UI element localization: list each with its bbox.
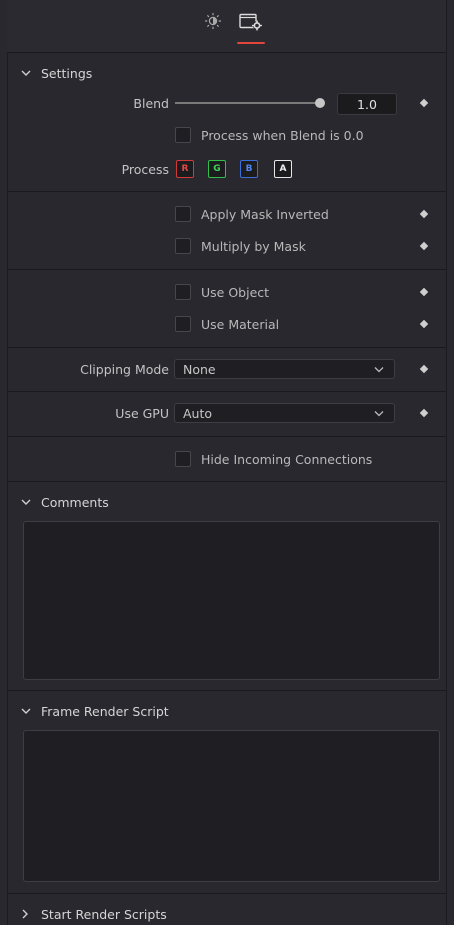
use-gpu-label: Use GPU bbox=[115, 405, 169, 421]
divider bbox=[7, 347, 447, 348]
process-when-blend-label: Process when Blend is 0.0 bbox=[201, 127, 364, 143]
blend-slider-knob[interactable] bbox=[315, 98, 325, 108]
process-label: Process bbox=[121, 161, 169, 177]
tab-settings[interactable] bbox=[236, 12, 266, 44]
use-material-checkbox[interactable] bbox=[175, 316, 191, 332]
blend-row: Blend 1.0 bbox=[7, 91, 447, 115]
hide-incoming-row: Hide Incoming Connections bbox=[7, 447, 447, 471]
multiply-by-mask-keyframe-diamond-icon[interactable] bbox=[419, 241, 429, 251]
clipping-mode-value: None bbox=[183, 361, 216, 377]
multiply-by-mask-checkbox[interactable] bbox=[175, 238, 191, 254]
channel-g-button[interactable]: G bbox=[208, 160, 226, 178]
blend-label: Blend bbox=[133, 95, 169, 111]
tab-controls[interactable] bbox=[198, 12, 228, 44]
settings-section-header[interactable]: Settings bbox=[7, 53, 447, 93]
chevron-right-icon bbox=[21, 909, 35, 919]
chevron-down-icon bbox=[21, 69, 35, 77]
use-object-row: Use Object bbox=[7, 280, 447, 304]
blend-slider[interactable] bbox=[175, 98, 325, 108]
clipping-mode-row: Clipping Mode None bbox=[7, 357, 447, 381]
chevron-down-icon bbox=[21, 498, 35, 506]
frame-render-script-textarea[interactable] bbox=[23, 730, 440, 882]
divider bbox=[7, 191, 447, 192]
start-render-scripts-section-header[interactable]: Start Render Scripts bbox=[7, 894, 447, 925]
comments-title: Comments bbox=[41, 494, 109, 510]
divider bbox=[7, 436, 447, 437]
settings-title: Settings bbox=[41, 65, 93, 81]
channel-a-button[interactable]: A bbox=[274, 160, 292, 178]
blend-slider-fill bbox=[175, 102, 320, 104]
apply-mask-inverted-row: Apply Mask Inverted bbox=[7, 202, 447, 226]
use-gpu-keyframe-diamond-icon[interactable] bbox=[419, 408, 429, 418]
multiply-by-mask-label: Multiply by Mask bbox=[201, 238, 306, 254]
channel-r-button[interactable]: R bbox=[176, 160, 194, 178]
chevron-down-icon bbox=[21, 707, 35, 715]
process-when-blend-checkbox[interactable] bbox=[175, 127, 191, 143]
apply-mask-inverted-label: Apply Mask Inverted bbox=[201, 206, 329, 222]
blend-keyframe-diamond-icon[interactable] bbox=[419, 98, 429, 108]
inspector-panel: Settings Blend 1.0 Process when Blend is… bbox=[7, 0, 447, 925]
channel-b-button[interactable]: B bbox=[240, 160, 258, 178]
use-object-keyframe-diamond-icon[interactable] bbox=[419, 287, 429, 297]
use-gpu-value: Auto bbox=[183, 405, 213, 421]
process-when-blend-row: Process when Blend is 0.0 bbox=[7, 123, 447, 147]
gear-window-icon bbox=[238, 12, 264, 32]
apply-mask-inverted-checkbox[interactable] bbox=[175, 206, 191, 222]
tab-bar bbox=[7, 0, 447, 53]
hide-incoming-checkbox[interactable] bbox=[175, 451, 191, 467]
multiply-by-mask-row: Multiply by Mask bbox=[7, 234, 447, 258]
frame-render-script-title: Frame Render Script bbox=[41, 703, 169, 719]
chevron-down-icon bbox=[374, 411, 384, 417]
divider bbox=[7, 269, 447, 270]
comments-section-header[interactable]: Comments bbox=[7, 482, 447, 522]
chevron-down-icon bbox=[374, 367, 384, 373]
process-row: Process R G B A bbox=[7, 157, 447, 181]
frame-render-script-section-header[interactable]: Frame Render Script bbox=[7, 691, 447, 731]
use-material-keyframe-diamond-icon[interactable] bbox=[419, 319, 429, 329]
start-render-scripts-title: Start Render Scripts bbox=[41, 906, 167, 922]
apply-mask-inverted-keyframe-diamond-icon[interactable] bbox=[419, 209, 429, 219]
hide-incoming-label: Hide Incoming Connections bbox=[201, 451, 373, 467]
comments-textarea[interactable] bbox=[23, 521, 440, 680]
blend-value-field[interactable]: 1.0 bbox=[337, 93, 397, 115]
clipping-mode-dropdown[interactable]: None bbox=[174, 359, 395, 379]
clipping-mode-keyframe-diamond-icon[interactable] bbox=[419, 364, 429, 374]
clipping-mode-label: Clipping Mode bbox=[80, 361, 169, 377]
sun-icon bbox=[204, 12, 222, 30]
use-object-label: Use Object bbox=[201, 284, 270, 300]
use-material-label: Use Material bbox=[201, 316, 280, 332]
use-object-checkbox[interactable] bbox=[175, 284, 191, 300]
divider bbox=[7, 391, 447, 392]
use-material-row: Use Material bbox=[7, 312, 447, 336]
use-gpu-row: Use GPU Auto bbox=[7, 401, 447, 425]
use-gpu-dropdown[interactable]: Auto bbox=[174, 403, 395, 423]
